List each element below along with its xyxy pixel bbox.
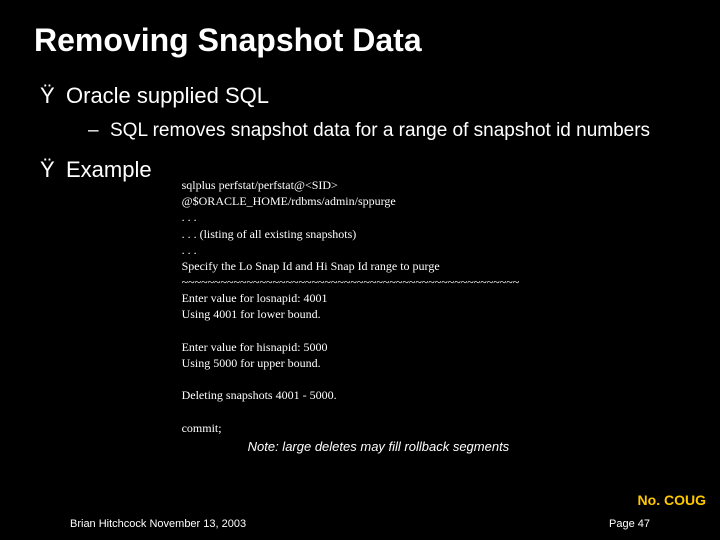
bullet-2-text: SQL removes snapshot data for a range of… [110, 120, 650, 141]
code-line: @$ORACLE_HOME/rdbms/admin/sppurge [182, 194, 396, 208]
bullet-1: ŸOracle supplied SQL [40, 83, 680, 109]
footer-left: Brian Hitchcock November 13, 2003 [70, 518, 246, 530]
footer-right: Page 47 [609, 518, 650, 530]
bullet-3: ŸExample [40, 157, 152, 183]
code-line: Using 4001 for lower bound. [182, 307, 321, 321]
code-line: Specify the Lo Snap Id and Hi Snap Id ra… [182, 259, 440, 273]
slide-title: Removing Snapshot Data [0, 0, 720, 59]
bullet-mark: Ÿ [40, 83, 66, 109]
code-line: sqlplus perfstat/perfstat@<SID> [182, 178, 338, 192]
bullet-mark: Ÿ [40, 157, 66, 183]
bullet-1-text: Oracle supplied SQL [66, 83, 269, 108]
footer: Brian Hitchcock November 13, 2003 Page 4… [0, 518, 720, 530]
slide-content: ŸOracle supplied SQL –SQL removes snapsh… [0, 59, 720, 488]
note-text: Note: large deletes may fill rollback se… [182, 438, 520, 456]
bullet-2: –SQL removes snapshot data for a range o… [40, 119, 680, 143]
bullet-3-text: Example [66, 157, 152, 182]
code-line: Enter value for losnapid: 4001 [182, 291, 328, 305]
logo-text: No. COUG [638, 492, 706, 508]
code-block: sqlplus perfstat/perfstat@<SID> @$ORACLE… [152, 157, 520, 488]
code-line: . . . [182, 243, 197, 257]
code-line: commit; [182, 421, 222, 435]
code-line: ~~~~~~~~~~~~~~~~~~~~~~~~~~~~~~~~~~~~~~~~… [182, 275, 520, 289]
code-line: . . . [182, 210, 197, 224]
code-line: . . . (listing of all existing snapshots… [182, 227, 357, 241]
code-line: Using 5000 for upper bound. [182, 356, 321, 370]
bullet-dash: – [88, 119, 110, 143]
code-line: Deleting snapshots 4001 - 5000. [182, 388, 337, 402]
code-line: Enter value for hisnapid: 5000 [182, 340, 328, 354]
